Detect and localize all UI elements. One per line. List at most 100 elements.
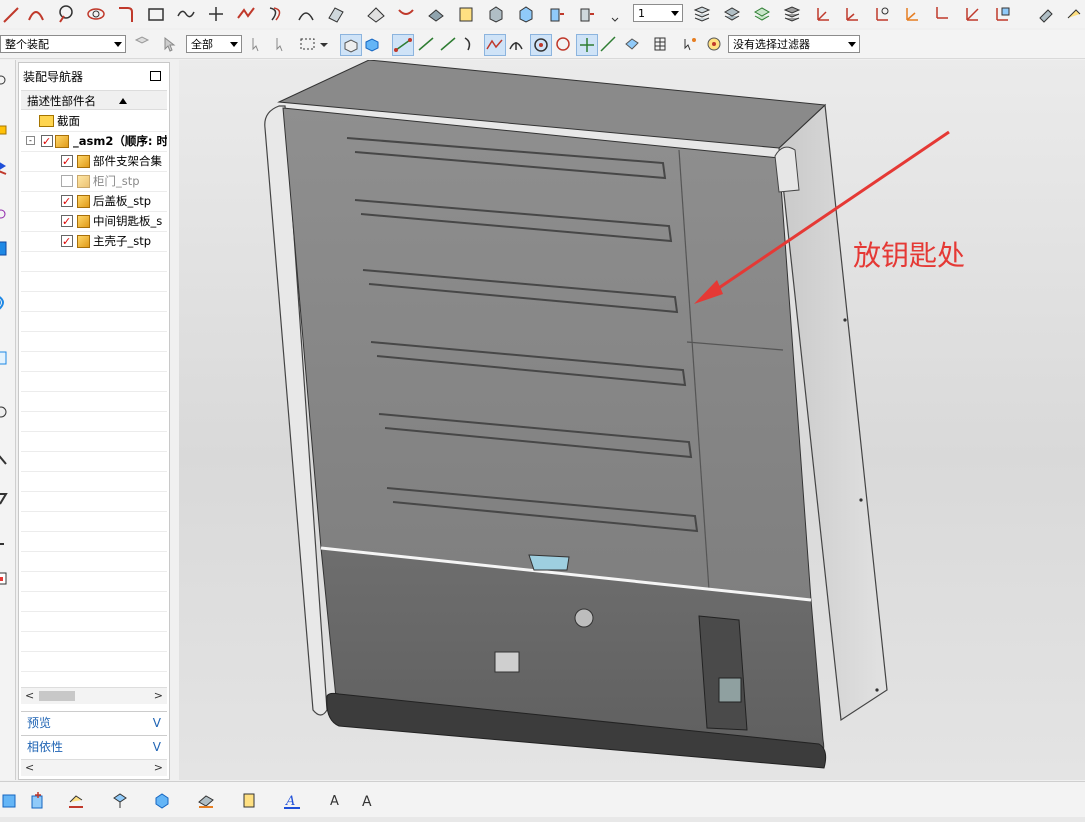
tree-item-part[interactable]: 主壳子_stp	[21, 231, 167, 252]
surface-icon[interactable]	[326, 4, 346, 24]
tree-item-part[interactable]: 中间钥匙板_s	[21, 211, 167, 232]
fillet-icon[interactable]	[116, 4, 136, 24]
spline-icon[interactable]	[176, 4, 196, 24]
wcs-absolute-icon[interactable]	[932, 4, 952, 24]
tree-item-part[interactable]: 部件支架合集	[21, 151, 167, 172]
snap-curve-icon[interactable]	[484, 34, 506, 56]
horizontal-scrollbar[interactable]: < >	[21, 687, 167, 704]
selection-filter-select[interactable]: 没有选择过滤器	[728, 35, 860, 53]
snap-quadrant-icon[interactable]	[553, 34, 573, 54]
snap-center-icon[interactable]	[530, 34, 552, 56]
tree-item-part[interactable]: 柜门_stp	[21, 171, 167, 192]
visibility-checkbox[interactable]	[41, 132, 53, 151]
ellipse-icon[interactable]	[86, 4, 106, 24]
wcs-origin-icon[interactable]	[842, 4, 862, 24]
preview-panel-header[interactable]: 预览 V	[21, 711, 167, 733]
snap-point-icon[interactable]	[272, 34, 292, 54]
wcs-orient-icon[interactable]	[902, 4, 922, 24]
grid-icon[interactable]	[650, 34, 670, 54]
visibility-checkbox[interactable]	[61, 212, 73, 231]
selection-priority-icon[interactable]	[704, 34, 724, 54]
roles-icon[interactable]	[0, 568, 10, 588]
manufacturing-wizard-icon[interactable]	[0, 528, 10, 548]
box-icon[interactable]	[486, 4, 506, 24]
select-filter-icon[interactable]	[132, 34, 152, 54]
quick-pick-icon[interactable]	[680, 34, 700, 54]
scroll-right-icon[interactable]: >	[154, 689, 163, 702]
visibility-checkbox[interactable]	[61, 152, 73, 171]
circle-icon[interactable]	[56, 4, 76, 24]
constraint-navigator-icon[interactable]	[0, 156, 10, 176]
scope-select[interactable]: 整个装配	[0, 35, 126, 53]
settings-icon[interactable]	[0, 70, 10, 90]
line-icon[interactable]	[2, 4, 22, 24]
sheet-icon[interactable]	[366, 4, 386, 24]
rectangle-select-dropdown-icon[interactable]	[318, 34, 330, 54]
scrollbar-thumb[interactable]	[39, 691, 75, 701]
pointer-icon[interactable]	[160, 34, 180, 54]
snap-endpoint-icon[interactable]	[392, 34, 414, 56]
block-icon[interactable]	[516, 4, 536, 24]
graphics-viewport[interactable]: 放钥匙处	[179, 60, 1085, 780]
move-layer-icon[interactable]	[752, 4, 772, 24]
bridge-curve-icon[interactable]	[296, 4, 316, 24]
rectangle-icon[interactable]	[146, 4, 166, 24]
wcs-save-icon[interactable]	[992, 4, 1012, 24]
web-browser-icon[interactable]	[0, 292, 10, 312]
layer-visible-icon[interactable]	[722, 4, 742, 24]
tree-item-part[interactable]: 后盖板_stp	[21, 191, 167, 212]
more-dropdown-icon[interactable]	[610, 4, 620, 24]
exploded-view-icon[interactable]	[240, 790, 260, 810]
scroll-left-icon[interactable]: <	[25, 689, 34, 702]
new-component-icon[interactable]	[28, 790, 48, 810]
snap-control-icon[interactable]	[438, 34, 458, 54]
visibility-checkbox[interactable]	[61, 192, 73, 211]
text-style-icon[interactable]: A	[358, 790, 378, 810]
arc-icon[interactable]	[26, 4, 46, 24]
snap-intersection-icon[interactable]	[460, 34, 480, 54]
text-annotation-icon[interactable]: A	[282, 790, 302, 810]
point-icon[interactable]	[206, 4, 226, 24]
revolve-icon[interactable]	[456, 4, 476, 24]
maximize-icon[interactable]	[150, 71, 161, 81]
copy-layer-icon[interactable]	[782, 4, 802, 24]
snap-on-curve-icon[interactable]	[598, 34, 618, 54]
project-curve-icon[interactable]	[396, 4, 416, 24]
show-hide-constraints-icon[interactable]	[196, 790, 216, 810]
rectangle-select-icon[interactable]	[298, 34, 318, 54]
system-materials-icon[interactable]	[0, 448, 10, 468]
polyline-icon[interactable]	[236, 4, 256, 24]
assembly-navigator-icon[interactable]	[0, 120, 10, 140]
mirror-assembly-icon[interactable]	[66, 790, 86, 810]
snap-icon[interactable]	[248, 34, 268, 54]
history-icon[interactable]	[0, 348, 10, 368]
layer-settings-icon[interactable]	[692, 4, 712, 24]
scroll-left-icon[interactable]: <	[25, 761, 34, 774]
visibility-checkbox[interactable]	[61, 175, 73, 187]
snap-existing-point-icon[interactable]	[576, 34, 598, 56]
snap-on-surface-icon[interactable]	[622, 34, 642, 54]
reuse-library-icon[interactable]	[0, 238, 10, 258]
type-filter-select[interactable]: 全部	[186, 35, 242, 53]
hole-icon[interactable]	[576, 4, 596, 24]
snap-midpoint-icon[interactable]	[416, 34, 436, 54]
measure-icon[interactable]	[1036, 4, 1056, 24]
horizontal-scrollbar[interactable]: < >	[21, 759, 167, 776]
select-solid-icon[interactable]	[340, 34, 362, 56]
layer-select[interactable]: 1	[633, 4, 683, 22]
wcs-dynamic-icon[interactable]	[962, 4, 982, 24]
symbol-annotation-icon[interactable]: A	[326, 790, 346, 810]
offset-curve-icon[interactable]	[266, 4, 286, 24]
analysis-icon[interactable]	[1064, 4, 1084, 24]
assembly-constraints-icon[interactable]	[152, 790, 172, 810]
move-component-icon[interactable]	[110, 790, 130, 810]
visibility-checkbox[interactable]	[61, 232, 73, 251]
snap-arc-center-icon[interactable]	[506, 34, 526, 54]
scroll-right-icon[interactable]: >	[154, 761, 163, 774]
part-navigator-icon[interactable]	[0, 204, 10, 224]
dependency-panel-header[interactable]: 相依性 V	[21, 735, 167, 757]
wcs-rotate-icon[interactable]	[872, 4, 892, 24]
process-studio-icon[interactable]	[0, 488, 10, 508]
select-body-icon[interactable]	[362, 34, 382, 54]
column-header-part-name[interactable]: 描述性部件名	[21, 90, 167, 110]
